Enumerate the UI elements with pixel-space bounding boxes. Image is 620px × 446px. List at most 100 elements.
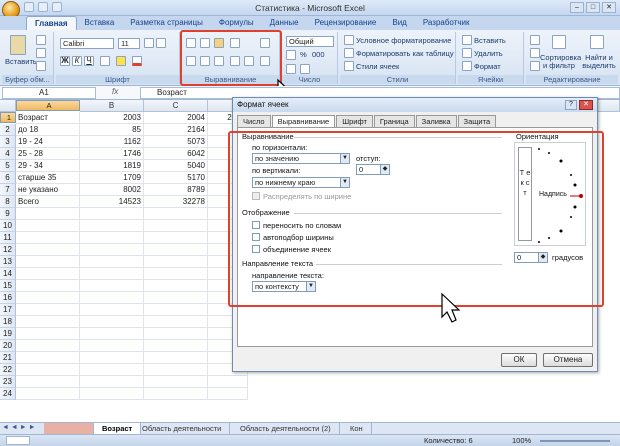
- cell-b[interactable]: [80, 352, 144, 364]
- dialog-tab-border[interactable]: Граница: [373, 115, 415, 127]
- cell-b[interactable]: 1746: [80, 148, 144, 160]
- row-header[interactable]: 18: [0, 316, 16, 328]
- insert-cells-icon[interactable]: [462, 35, 472, 45]
- tab-insert[interactable]: Вставка: [77, 16, 123, 30]
- row-header[interactable]: 21: [0, 352, 16, 364]
- row-header[interactable]: 19: [0, 328, 16, 340]
- cell-b[interactable]: [80, 244, 144, 256]
- cell-b[interactable]: [80, 376, 144, 388]
- ok-button[interactable]: ОК: [501, 353, 537, 367]
- row-header[interactable]: 15: [0, 280, 16, 292]
- cell-b[interactable]: [80, 316, 144, 328]
- conditional-format-button[interactable]: Условное форматирование: [356, 36, 451, 45]
- cell-a[interactable]: Возраст: [16, 112, 80, 124]
- row-header[interactable]: 13: [0, 256, 16, 268]
- delete-cells-icon[interactable]: [462, 48, 472, 58]
- conditional-format-icon[interactable]: [344, 35, 354, 45]
- cell-a[interactable]: [16, 340, 80, 352]
- cell-b[interactable]: [80, 208, 144, 220]
- row-header[interactable]: 5: [0, 160, 16, 172]
- cell-b[interactable]: [80, 256, 144, 268]
- row-header[interactable]: 22: [0, 364, 16, 376]
- tab-review[interactable]: Рецензирование: [307, 16, 385, 30]
- cell-b[interactable]: 1819: [80, 160, 144, 172]
- cell-c[interactable]: [144, 340, 208, 352]
- cell-a[interactable]: до 18: [16, 124, 80, 136]
- cell-c[interactable]: 5040: [144, 160, 208, 172]
- cell-b[interactable]: [80, 280, 144, 292]
- zoom-slider[interactable]: [540, 440, 610, 442]
- cell-c[interactable]: [144, 328, 208, 340]
- cell-c[interactable]: 2004: [144, 112, 208, 124]
- cell-c[interactable]: [144, 208, 208, 220]
- cell-b[interactable]: [80, 304, 144, 316]
- grow-font-icon[interactable]: [144, 38, 154, 48]
- row-header[interactable]: 14: [0, 268, 16, 280]
- minimize-icon[interactable]: –: [570, 2, 584, 13]
- column-header-c[interactable]: C: [144, 100, 208, 112]
- cell-a[interactable]: [16, 280, 80, 292]
- cell-a[interactable]: [16, 244, 80, 256]
- find-select-button[interactable]: Найти и выделить: [580, 54, 618, 70]
- cell-d[interactable]: [208, 388, 248, 400]
- cell-b[interactable]: [80, 292, 144, 304]
- format-painter-icon[interactable]: [36, 61, 46, 71]
- zoom-level[interactable]: 100%: [512, 436, 531, 445]
- cell-c[interactable]: [144, 364, 208, 376]
- close-icon[interactable]: ✕: [602, 2, 616, 13]
- autosum-icon[interactable]: [530, 35, 540, 45]
- cell-a[interactable]: [16, 220, 80, 232]
- cell-a[interactable]: [16, 292, 80, 304]
- cell-c[interactable]: [144, 316, 208, 328]
- cell-b[interactable]: 1709: [80, 172, 144, 184]
- cell-a[interactable]: [16, 268, 80, 280]
- borders-icon[interactable]: [100, 56, 110, 66]
- row-header[interactable]: 24: [0, 388, 16, 400]
- cell-b[interactable]: [80, 340, 144, 352]
- cell-c[interactable]: [144, 292, 208, 304]
- dialog-tab-protection[interactable]: Защита: [457, 115, 497, 127]
- row-header[interactable]: 20: [0, 340, 16, 352]
- currency-icon[interactable]: [286, 50, 296, 60]
- cell-c[interactable]: [144, 220, 208, 232]
- cell-c[interactable]: [144, 304, 208, 316]
- cell-c[interactable]: [144, 280, 208, 292]
- sort-filter-button[interactable]: Сортировка и фильтр: [540, 54, 581, 70]
- tab-page-layout[interactable]: Разметка страницы: [122, 16, 211, 30]
- cell-a[interactable]: [16, 232, 80, 244]
- cell-b[interactable]: 14523: [80, 196, 144, 208]
- cell-a[interactable]: [16, 388, 80, 400]
- dialog-tab-number[interactable]: Число: [237, 115, 271, 127]
- italic-icon[interactable]: К: [72, 56, 82, 66]
- sheet-nav-icon[interactable]: ◄ ◄ ► ►: [2, 424, 36, 431]
- fill-icon[interactable]: [530, 48, 540, 58]
- cell-c[interactable]: 6042: [144, 148, 208, 160]
- fx-icon[interactable]: fx: [112, 87, 118, 96]
- delete-cells-button[interactable]: Удалить: [474, 49, 503, 58]
- cell-b[interactable]: [80, 364, 144, 376]
- cell-a[interactable]: 19 - 24: [16, 136, 80, 148]
- cell-c[interactable]: [144, 376, 208, 388]
- row-header[interactable]: 6: [0, 172, 16, 184]
- row-header[interactable]: 17: [0, 304, 16, 316]
- column-header-b[interactable]: B: [80, 100, 144, 112]
- cell-styles-button[interactable]: Стили ячеек: [356, 62, 399, 71]
- format-cells-icon[interactable]: [462, 61, 472, 71]
- font-color-icon[interactable]: [132, 56, 142, 66]
- format-table-button[interactable]: Форматировать как таблицу: [356, 49, 454, 58]
- cell-b[interactable]: 8002: [80, 184, 144, 196]
- dialog-tab-fill[interactable]: Заливка: [415, 115, 457, 127]
- cut-icon[interactable]: [36, 35, 46, 45]
- cell-a[interactable]: [16, 316, 80, 328]
- tab-data[interactable]: Данные: [262, 16, 307, 30]
- cell-a[interactable]: [16, 376, 80, 388]
- row-header[interactable]: 23: [0, 376, 16, 388]
- cancel-button[interactable]: Отмена: [543, 353, 593, 367]
- paste-button[interactable]: Вставить: [5, 57, 37, 66]
- increase-decimal-icon[interactable]: [286, 64, 296, 74]
- cell-styles-icon[interactable]: [344, 61, 354, 71]
- cell-c[interactable]: 8789: [144, 184, 208, 196]
- cell-c[interactable]: 2164: [144, 124, 208, 136]
- cell-b[interactable]: [80, 232, 144, 244]
- cell-c[interactable]: [144, 244, 208, 256]
